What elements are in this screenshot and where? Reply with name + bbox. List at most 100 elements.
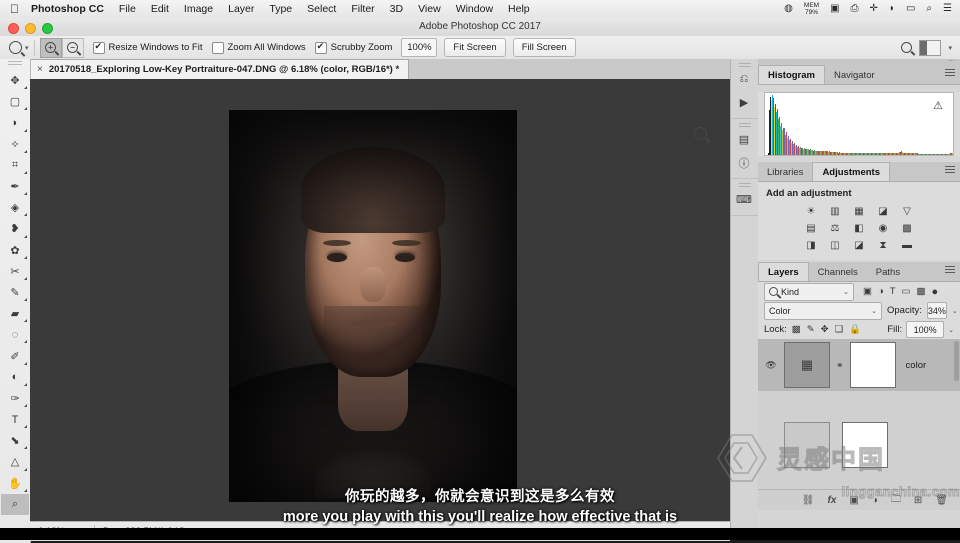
character-panel-icon[interactable]: ⌨ <box>731 188 757 211</box>
chevron-down-icon[interactable]: ▾ <box>948 44 952 52</box>
layer-row[interactable]: 👁 ▦ ⚭ color <box>758 339 960 391</box>
burn-tool[interactable]: ◐ <box>1 367 29 388</box>
wifi-icon[interactable]: ◗ <box>889 4 895 14</box>
filter-shape-layers-icon[interactable]: ▭ <box>902 286 911 297</box>
tab-navigator[interactable]: Navigator <box>825 66 884 84</box>
exposure-icon[interactable]: ◪ <box>876 205 891 218</box>
bluetooth-icon[interactable]: ✛ <box>870 4 878 14</box>
chevron-down-icon[interactable]: ⌄ <box>843 288 849 296</box>
menu-item-help[interactable]: Help <box>508 3 530 15</box>
clone-stamp-tool[interactable]: ✿ <box>1 240 29 261</box>
curves-icon[interactable]: ▦ <box>852 205 867 218</box>
history-panel-icon[interactable]: ⎌ <box>731 68 757 91</box>
info-panel-icon[interactable]: ⓘ <box>731 151 757 174</box>
creative-cloud-icon[interactable]: ◍ <box>784 4 793 14</box>
zoom-percent-field[interactable]: 100% <box>401 38 437 57</box>
spotlight-search-icon[interactable]: ⌕ <box>926 4 932 14</box>
canvas-area[interactable] <box>30 79 730 521</box>
move-tool[interactable]: ✥ <box>1 70 29 91</box>
lock-image-pixels-icon[interactable]: ✎ <box>807 324 815 335</box>
layer-list[interactable]: 👁 ▦ ⚭ color <box>758 339 960 489</box>
color-lookup-icon[interactable]: ◨ <box>804 239 819 252</box>
photo-filter-icon[interactable]: ◉ <box>876 222 891 235</box>
tab-adjustments[interactable]: Adjustments <box>812 162 890 181</box>
notification-center-icon[interactable]: ☰ <box>943 4 952 14</box>
history-brush-tool[interactable]: ✂ <box>1 261 29 282</box>
new-layer-icon[interactable]: ⊞ <box>914 495 922 506</box>
layer-name[interactable]: color <box>902 360 927 371</box>
menu-item-filter[interactable]: Filter <box>351 3 374 15</box>
zoom-tool[interactable]: ⌕ <box>1 494 29 515</box>
chevron-down-icon[interactable]: ⌄ <box>871 307 877 315</box>
close-button[interactable] <box>8 23 19 34</box>
menu-item-type[interactable]: Type <box>269 3 292 15</box>
properties-panel-icon[interactable]: ▤ <box>731 128 757 151</box>
tools-panel-drag-handle[interactable] <box>0 59 30 69</box>
tab-libraries[interactable]: Libraries <box>758 163 812 181</box>
hand-tool[interactable]: ✋ <box>1 473 29 494</box>
black-white-icon[interactable]: ◧ <box>852 222 867 235</box>
filter-adjustment-layers-icon[interactable]: ◑ <box>878 286 884 297</box>
maximize-button[interactable] <box>42 23 53 34</box>
color-balance-icon[interactable]: ⚖ <box>828 222 843 235</box>
menu-item-file[interactable]: File <box>119 3 136 15</box>
document-tab[interactable]: × 20170518_Exploring Low-Key Portraiture… <box>30 59 409 79</box>
chevron-down-icon[interactable]: ⌄ <box>948 326 954 334</box>
mask-link-icon[interactable]: ⚭ <box>836 360 844 371</box>
menu-item-photoshop-cc[interactable]: Photoshop CC <box>31 3 104 15</box>
path-selection-tool[interactable]: ⬊ <box>1 430 29 451</box>
gradient-map-icon[interactable]: ▬ <box>900 239 915 252</box>
adjustment-layer-thumbnail[interactable]: ▦ <box>784 342 830 388</box>
brightness-contrast-icon[interactable]: ☀ <box>804 205 819 218</box>
battery-icon[interactable]: ▭ <box>906 4 915 14</box>
hue-saturation-icon[interactable]: ▤ <box>804 222 819 235</box>
rail-drag-handle[interactable] <box>731 181 759 188</box>
chevron-down-icon[interactable]: ▾ <box>25 44 29 52</box>
tab-layers[interactable]: Layers <box>758 262 809 281</box>
blend-mode-select[interactable]: Color ⌄ <box>764 302 882 320</box>
delete-layer-icon[interactable]: 🗑 <box>935 495 948 506</box>
layer-list-scrollbar[interactable] <box>954 341 959 381</box>
tab-channels[interactable]: Channels <box>809 263 867 281</box>
panel-menu-icon[interactable] <box>945 69 955 76</box>
apple-icon[interactable]:  <box>10 3 19 15</box>
close-icon[interactable]: × <box>37 64 43 75</box>
rail-drag-handle[interactable] <box>731 121 759 128</box>
channel-mixer-icon[interactable]: ▩ <box>900 222 915 235</box>
resize-windows-to-fit-checkbox[interactable]: Resize Windows to Fit <box>93 42 212 54</box>
panel-menu-icon[interactable] <box>945 266 955 273</box>
layer-thumbnail[interactable] <box>784 422 830 468</box>
workspace-switcher-icon[interactable] <box>919 40 941 56</box>
blur-tool[interactable]: ◌ <box>1 324 29 345</box>
dropbox-icon[interactable]: ▣ <box>830 4 839 14</box>
filter-type-layers-icon[interactable]: T <box>890 286 896 297</box>
airplay-icon[interactable]: ⎙ <box>851 4 859 14</box>
zoom-in-button[interactable]: + <box>40 38 62 58</box>
add-layer-mask-icon[interactable]: ▣ <box>849 495 858 506</box>
zoom-all-windows-checkbox[interactable]: Zoom All Windows <box>212 42 315 54</box>
lock-transparent-pixels-icon[interactable]: ▩ <box>792 324 801 335</box>
link-layers-icon[interactable]: ⛓ <box>802 495 815 506</box>
threshold-icon[interactable]: ⧗ <box>876 239 891 252</box>
menu-item-select[interactable]: Select <box>307 3 336 15</box>
shape-tool[interactable]: △ <box>1 451 29 472</box>
lasso-tool[interactable]: ◗ <box>1 112 29 133</box>
eraser-tool[interactable]: ✎ <box>1 282 29 303</box>
filter-pixel-layers-icon[interactable]: ▣ <box>863 286 872 297</box>
filter-smart-objects-icon[interactable]: ▩ <box>917 286 926 297</box>
layer-mask-thumbnail[interactable] <box>842 422 888 468</box>
layer-filter-kind-select[interactable]: Kind ⌄ <box>764 283 854 301</box>
spot-healing-brush-tool[interactable]: ◈ <box>1 197 29 218</box>
new-group-icon[interactable]: 🗀 <box>891 492 901 509</box>
invert-icon[interactable]: ◫ <box>828 239 843 252</box>
menu-item-edit[interactable]: Edit <box>151 3 169 15</box>
fit-screen-button[interactable]: Fit Screen <box>444 38 505 57</box>
eye-icon[interactable]: 👁 <box>764 360 778 371</box>
fill-screen-button[interactable]: Fill Screen <box>513 38 576 57</box>
actions-panel-icon[interactable]: ▶ <box>731 91 757 114</box>
memory-indicator[interactable]: MEM 79% <box>804 2 819 16</box>
menu-item-3d[interactable]: 3D <box>390 3 403 15</box>
tab-histogram[interactable]: Histogram <box>758 65 825 84</box>
vibrance-icon[interactable]: ▽ <box>900 205 915 218</box>
layer-mask-thumbnail[interactable] <box>850 342 896 388</box>
